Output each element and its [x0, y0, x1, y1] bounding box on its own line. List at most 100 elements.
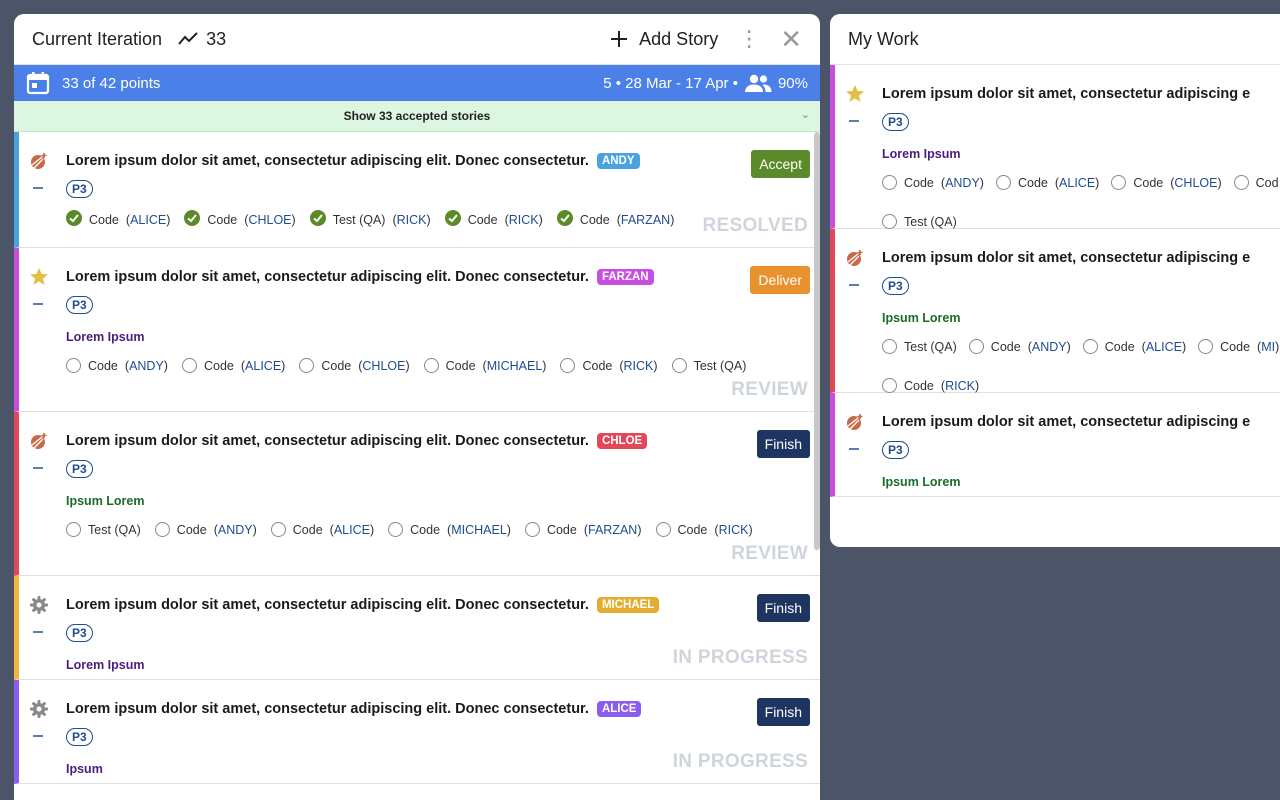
- check-circle-icon[interactable]: [309, 210, 326, 229]
- epic-label[interactable]: Lorem Ipsum: [882, 147, 961, 161]
- task-item[interactable]: Code (ANDY): [882, 175, 984, 190]
- task-item[interactable]: Code (CHLOE): [1111, 175, 1222, 190]
- finish-button[interactable]: Finish: [756, 430, 810, 458]
- task-checkbox[interactable]: [560, 358, 576, 373]
- owner-label[interactable]: MICHAEL: [596, 597, 660, 613]
- task-item[interactable]: Code (FARZAN): [556, 210, 674, 229]
- owner-label[interactable]: ALICE: [596, 701, 642, 717]
- task-item[interactable]: Code (MICHAEL): [423, 358, 546, 373]
- expand-icon[interactable]: [849, 448, 859, 450]
- task-item[interactable]: Test (QA): [66, 522, 141, 537]
- story-title[interactable]: Lorem ipsum dolor sit amet, consectetur …: [66, 701, 642, 717]
- epic-label[interactable]: Lorem Ipsum: [66, 658, 145, 672]
- task-item[interactable]: Code (RICK): [655, 522, 753, 537]
- close-icon[interactable]: ✕: [780, 26, 802, 52]
- story-title[interactable]: Lorem ipsum dolor sit amet, consectetur …: [66, 269, 654, 285]
- task-checkbox[interactable]: [882, 378, 897, 393]
- task-checkbox[interactable]: [154, 522, 170, 537]
- task-item[interactable]: Test (QA) (RICK): [309, 210, 431, 229]
- task-item[interactable]: Code (CHLOE): [299, 358, 410, 373]
- expand-icon[interactable]: [33, 631, 43, 633]
- task-checkbox[interactable]: [423, 358, 439, 373]
- task-checkbox[interactable]: [1082, 339, 1098, 354]
- story-title[interactable]: Lorem ipsum dolor sit amet, consectetur …: [66, 597, 660, 613]
- task-checkbox[interactable]: [270, 522, 286, 537]
- task-checkbox[interactable]: [524, 522, 540, 537]
- story-title[interactable]: Lorem ipsum dolor sit amet, consectetur …: [882, 414, 1250, 430]
- add-story-button[interactable]: Add Story: [611, 29, 718, 50]
- check-circle-icon[interactable]: [444, 210, 461, 229]
- finish-button[interactable]: Finish: [756, 698, 810, 726]
- owner-label[interactable]: FARZAN: [596, 269, 654, 285]
- check-circle-icon[interactable]: [184, 210, 201, 229]
- show-accepted-stories-toggle[interactable]: Show 33 accepted stories ⌄: [14, 101, 820, 132]
- story-card[interactable]: Lorem ipsum dolor sit amet, consectetur …: [830, 229, 1280, 393]
- check-circle-icon[interactable]: [556, 210, 573, 229]
- task-item[interactable]: Test (QA): [671, 358, 746, 373]
- epic-label[interactable]: Ipsum Lorem: [882, 475, 961, 489]
- story-card[interactable]: Lorem ipsum dolor sit amet, consectetur …: [14, 576, 820, 680]
- story-card[interactable]: Lorem ipsum dolor sit amet, consectetur …: [830, 65, 1280, 229]
- task-checkbox[interactable]: [671, 358, 687, 373]
- task-item[interactable]: Code (ANDY): [66, 358, 168, 373]
- task-item[interactable]: Code (ALICE): [1082, 339, 1186, 354]
- task-item[interactable]: Code (CHLOE): [184, 210, 296, 229]
- task-item[interactable]: Cod: [1233, 175, 1279, 190]
- task-item[interactable]: Code (MI): [1198, 339, 1279, 354]
- task-item[interactable]: Code (RICK): [560, 358, 658, 373]
- task-item[interactable]: Test (QA): [882, 339, 957, 354]
- task-checkbox[interactable]: [968, 339, 984, 354]
- task-item[interactable]: Code (ALICE): [995, 175, 1099, 190]
- task-item[interactable]: Code (ANDY): [968, 339, 1071, 354]
- task-checkbox[interactable]: [882, 339, 897, 354]
- epic-label[interactable]: Lorem Ipsum: [66, 330, 145, 344]
- scrollbar[interactable]: [814, 132, 820, 550]
- task-item[interactable]: Code (ALICE): [181, 358, 285, 373]
- task-item[interactable]: Code (RICK): [882, 378, 979, 393]
- task-item[interactable]: Code (RICK): [444, 210, 543, 229]
- expand-icon[interactable]: [33, 735, 43, 737]
- task-checkbox[interactable]: [66, 358, 81, 373]
- expand-icon[interactable]: [33, 467, 43, 469]
- task-item[interactable]: Code (ALICE): [270, 522, 374, 537]
- task-checkbox[interactable]: [1198, 339, 1214, 354]
- task-checkbox[interactable]: [882, 175, 897, 190]
- task-item[interactable]: Code (ALICE): [66, 210, 170, 229]
- owner-label[interactable]: ANDY: [596, 153, 640, 169]
- story-card[interactable]: Lorem ipsum dolor sit amet, consectetur …: [14, 248, 820, 412]
- task-checkbox[interactable]: [299, 358, 315, 373]
- epic-label[interactable]: Ipsum: [66, 762, 103, 776]
- accept-button[interactable]: Accept: [751, 150, 810, 178]
- task-checkbox[interactable]: [882, 214, 897, 229]
- story-title[interactable]: Lorem ipsum dolor sit amet, consectetur …: [66, 153, 640, 169]
- task-item[interactable]: Code (ANDY): [154, 522, 257, 537]
- finish-button[interactable]: Finish: [756, 594, 810, 622]
- story-card[interactable]: Lorem ipsum dolor sit amet, consectetur …: [830, 393, 1280, 497]
- task-checkbox[interactable]: [1111, 175, 1127, 190]
- task-item[interactable]: Code (FARZAN): [524, 522, 642, 537]
- task-checkbox[interactable]: [66, 522, 81, 537]
- task-checkbox[interactable]: [1233, 175, 1249, 190]
- epic-label[interactable]: Ipsum Lorem: [882, 311, 961, 325]
- check-circle-icon[interactable]: [66, 210, 82, 229]
- task-checkbox[interactable]: [388, 522, 404, 537]
- task-checkbox[interactable]: [181, 358, 197, 373]
- story-title[interactable]: Lorem ipsum dolor sit amet, consectetur …: [882, 86, 1250, 102]
- more-options-icon[interactable]: ⋮: [738, 28, 760, 50]
- story-title[interactable]: Lorem ipsum dolor sit amet, consectetur …: [66, 433, 648, 449]
- expand-icon[interactable]: [33, 303, 43, 305]
- task-item[interactable]: Code (MICHAEL): [388, 522, 511, 537]
- expand-icon[interactable]: [849, 120, 859, 122]
- epic-label[interactable]: Ipsum Lorem: [66, 494, 145, 508]
- expand-icon[interactable]: [33, 187, 43, 189]
- task-item[interactable]: Test (QA): [882, 214, 957, 229]
- story-card[interactable]: Lorem ipsum dolor sit amet, consectetur …: [14, 412, 820, 576]
- owner-label[interactable]: CHLOE: [596, 433, 648, 449]
- task-checkbox[interactable]: [655, 522, 671, 537]
- expand-icon[interactable]: [849, 284, 859, 286]
- task-checkbox[interactable]: [995, 175, 1011, 190]
- story-card[interactable]: Lorem ipsum dolor sit amet, consectetur …: [14, 680, 820, 784]
- story-title[interactable]: Lorem ipsum dolor sit amet, consectetur …: [882, 250, 1250, 266]
- deliver-button[interactable]: Deliver: [750, 266, 810, 294]
- story-card[interactable]: Lorem ipsum dolor sit amet, consectetur …: [14, 132, 820, 248]
